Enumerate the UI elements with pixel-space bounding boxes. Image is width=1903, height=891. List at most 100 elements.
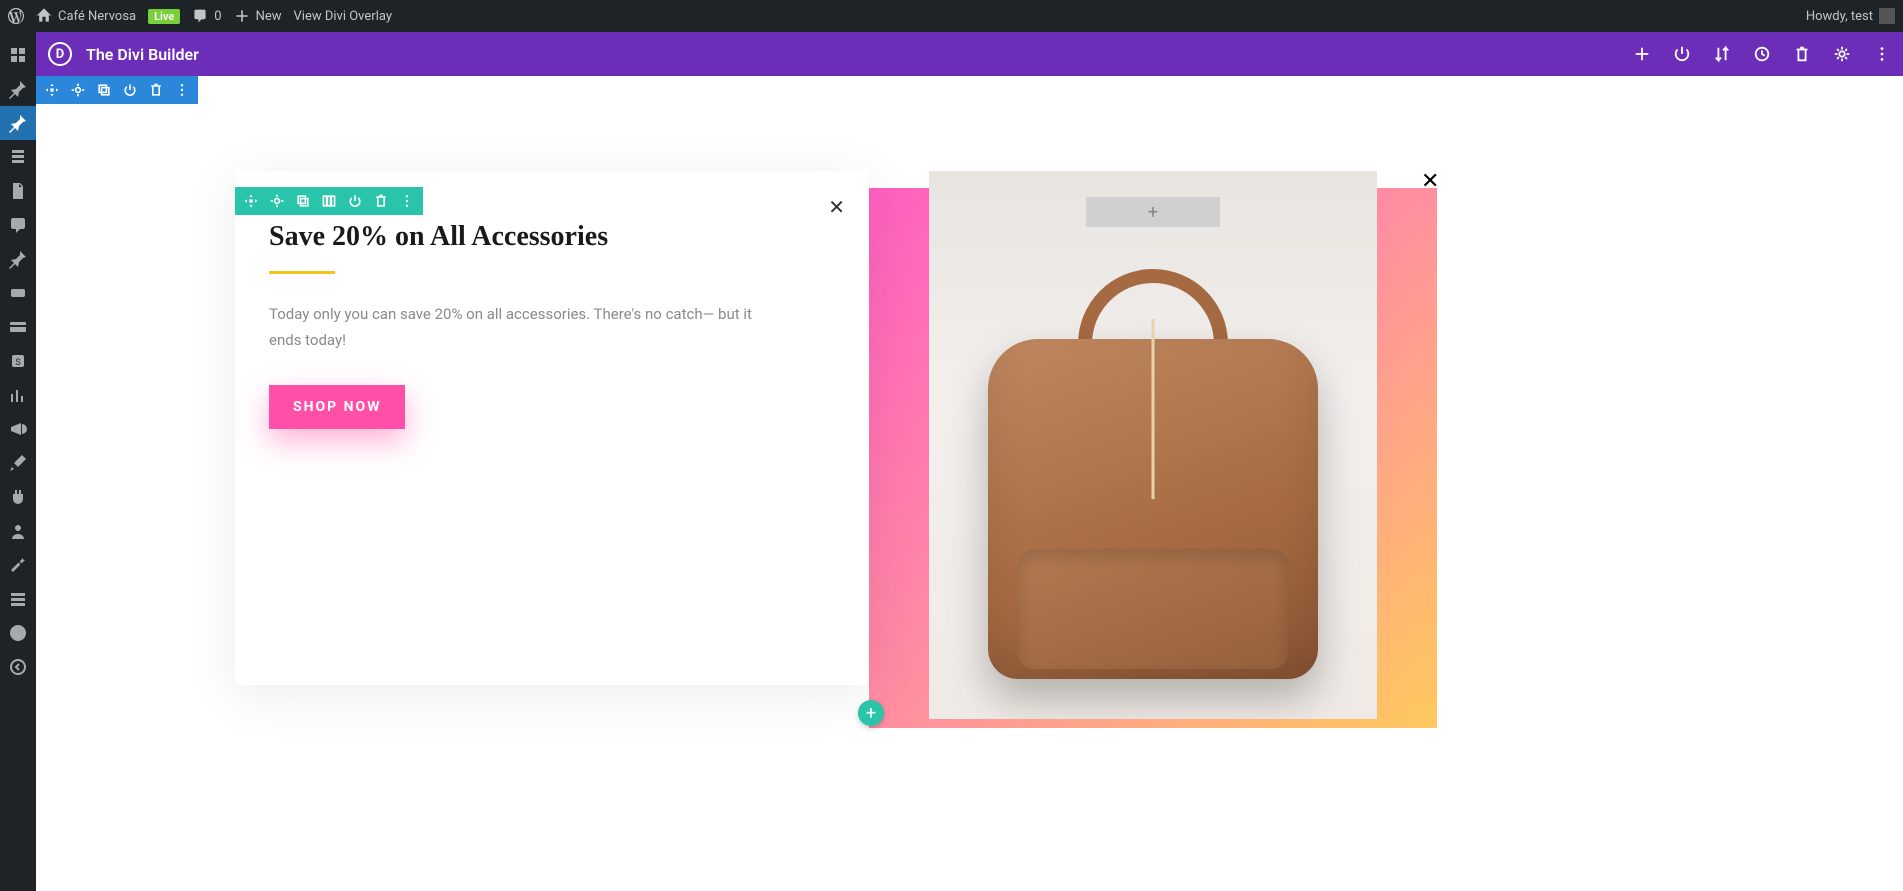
page-icon bbox=[8, 181, 28, 201]
chart-icon bbox=[8, 385, 28, 405]
power-icon[interactable] bbox=[347, 193, 363, 209]
sidebar-plugins[interactable] bbox=[0, 480, 36, 514]
divi-more-icon[interactable] bbox=[1873, 45, 1891, 63]
sidebar-pin2[interactable] bbox=[0, 242, 36, 276]
divi-logo-letter: D bbox=[56, 47, 64, 62]
divi-power-icon[interactable] bbox=[1673, 45, 1691, 63]
sidebar-comments[interactable] bbox=[0, 208, 36, 242]
new-link[interactable]: New bbox=[234, 0, 282, 32]
trash-icon[interactable] bbox=[373, 193, 389, 209]
move-icon[interactable] bbox=[44, 82, 60, 98]
plus-label: + bbox=[1148, 202, 1158, 223]
sidebar-media[interactable] bbox=[0, 140, 36, 174]
sidebar-analytics[interactable] bbox=[0, 378, 36, 412]
power-icon[interactable] bbox=[122, 82, 138, 98]
image-module[interactable]: + bbox=[929, 171, 1377, 719]
wp-logo[interactable] bbox=[8, 0, 24, 32]
site-name-link[interactable]: Café Nervosa bbox=[36, 0, 136, 32]
howdy-link[interactable]: Howdy, test bbox=[1806, 8, 1895, 24]
view-overlay-link[interactable]: View Divi Overlay bbox=[294, 0, 392, 32]
megaphone-icon bbox=[8, 419, 28, 439]
comments-link[interactable]: 0 bbox=[192, 0, 221, 32]
avatar bbox=[1879, 8, 1895, 24]
sidebar-woo[interactable] bbox=[0, 276, 36, 310]
sidebar-pin[interactable] bbox=[0, 72, 36, 106]
woo-icon bbox=[8, 283, 28, 303]
trash-icon[interactable] bbox=[148, 82, 164, 98]
tag-icon: S bbox=[8, 351, 28, 371]
gear-icon[interactable] bbox=[70, 82, 86, 98]
divi-canvas: + ✕ ✕ Save 20% on All Accessories Today … bbox=[36, 76, 1903, 891]
divi-header: D The Divi Builder bbox=[36, 32, 1903, 76]
settings-icon bbox=[8, 589, 28, 609]
divi-title: The Divi Builder bbox=[86, 45, 199, 64]
sidebar-sale[interactable]: S bbox=[0, 344, 36, 378]
sidebar-settings[interactable] bbox=[0, 582, 36, 616]
home-icon bbox=[36, 8, 52, 24]
divi-icon bbox=[8, 623, 28, 643]
promo-heading: Save 20% on All Accessories bbox=[269, 221, 835, 253]
promo-body: Today only you can save 20% on all acces… bbox=[269, 302, 759, 353]
shop-now-button[interactable]: SHOP NOW bbox=[269, 385, 405, 429]
card-icon bbox=[8, 317, 28, 337]
more-icon[interactable] bbox=[174, 82, 190, 98]
content-wrap: + ✕ ✕ Save 20% on All Accessories Today … bbox=[235, 171, 1435, 781]
duplicate-icon[interactable] bbox=[295, 193, 311, 209]
live-badge[interactable]: Live bbox=[148, 9, 180, 24]
divi-history-icon[interactable] bbox=[1753, 45, 1771, 63]
new-label: New bbox=[256, 9, 282, 24]
section-toolbar bbox=[36, 76, 198, 104]
sidebar-tools[interactable] bbox=[0, 548, 36, 582]
heading-underline bbox=[269, 271, 335, 274]
close-icon[interactable]: ✕ bbox=[1421, 169, 1439, 194]
divi-logo[interactable]: D bbox=[48, 42, 72, 66]
sidebar-appearance[interactable] bbox=[0, 446, 36, 480]
sidebar-pages[interactable] bbox=[0, 174, 36, 208]
user-icon bbox=[8, 521, 28, 541]
gear-icon[interactable] bbox=[269, 193, 285, 209]
plug-icon bbox=[8, 487, 28, 507]
close-icon[interactable]: ✕ bbox=[828, 195, 845, 219]
media-icon bbox=[8, 147, 28, 167]
columns-icon[interactable] bbox=[321, 193, 337, 209]
pin-icon bbox=[8, 249, 28, 269]
wordpress-icon bbox=[8, 8, 24, 24]
site-name: Café Nervosa bbox=[58, 9, 136, 24]
svg-text:S: S bbox=[15, 358, 20, 368]
text-column[interactable]: ✕ Save 20% on All Accessories Today only… bbox=[235, 171, 869, 685]
wp-admin-bar: Café Nervosa Live 0 New View Divi Overla… bbox=[0, 0, 1903, 32]
pin-icon bbox=[8, 113, 28, 133]
brush-icon bbox=[8, 453, 28, 473]
wp-sidebar: S bbox=[0, 32, 36, 891]
wrench-icon bbox=[8, 555, 28, 575]
divi-add-icon[interactable] bbox=[1633, 45, 1651, 63]
collapse-icon bbox=[8, 657, 28, 677]
view-overlay-label: View Divi Overlay bbox=[294, 9, 392, 24]
add-module-button[interactable]: + bbox=[1086, 197, 1220, 227]
adminbar-right: Howdy, test bbox=[1806, 8, 1895, 24]
sidebar-marketing[interactable] bbox=[0, 412, 36, 446]
sidebar-dashboard[interactable] bbox=[0, 38, 36, 72]
plus-label: + bbox=[866, 703, 876, 724]
divi-gear-icon[interactable] bbox=[1833, 45, 1851, 63]
plus-icon bbox=[234, 8, 250, 24]
comments-count: 0 bbox=[214, 9, 221, 24]
comment-icon bbox=[192, 8, 208, 24]
pin-icon bbox=[8, 79, 28, 99]
divi-sort-icon[interactable] bbox=[1713, 45, 1731, 63]
sidebar-card[interactable] bbox=[0, 310, 36, 344]
sidebar-users[interactable] bbox=[0, 514, 36, 548]
backpack-image bbox=[929, 171, 1377, 719]
row-toolbar bbox=[235, 187, 423, 215]
sidebar-collapse[interactable] bbox=[0, 650, 36, 684]
add-row-button[interactable]: + bbox=[858, 700, 884, 726]
dashboard-icon bbox=[8, 45, 28, 65]
sidebar-divi[interactable] bbox=[0, 616, 36, 650]
sidebar-pin-active[interactable] bbox=[0, 106, 36, 140]
comment-icon bbox=[8, 215, 28, 235]
divi-trash-icon[interactable] bbox=[1793, 45, 1811, 63]
more-icon[interactable] bbox=[399, 193, 415, 209]
duplicate-icon[interactable] bbox=[96, 82, 112, 98]
howdy-text: Howdy, test bbox=[1806, 9, 1873, 24]
move-icon[interactable] bbox=[243, 193, 259, 209]
